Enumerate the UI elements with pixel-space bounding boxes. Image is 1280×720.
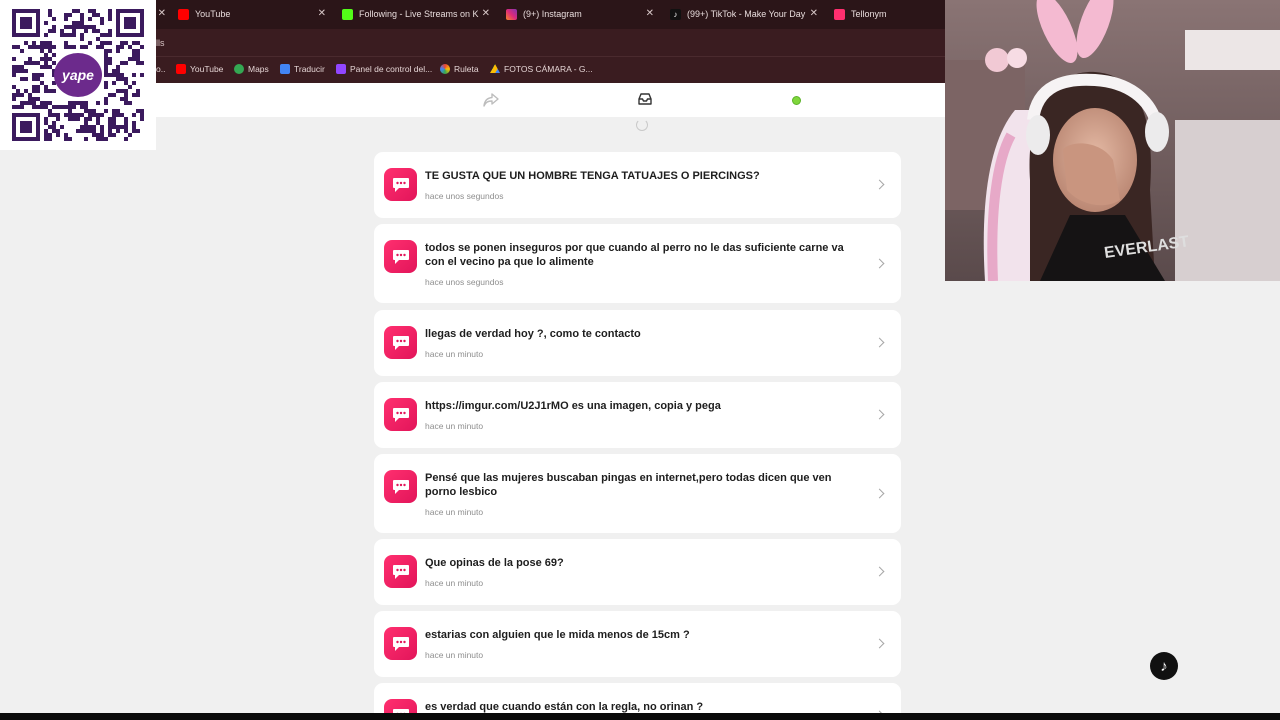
bookmark-twitch-dashboard[interactable]: Panel de control del... [336, 64, 432, 74]
message-bubble-icon [384, 326, 417, 359]
question-card[interactable]: Que opinas de la pose 69? hace un minuto [374, 539, 901, 605]
chevron-right-icon[interactable] [874, 258, 885, 268]
question-card[interactable]: llegas de verdad hoy ?, como te contacto… [374, 310, 901, 376]
bookmark-label: FOTOS CÁMARA - G... [504, 64, 593, 74]
bookmark-label: Maps [248, 64, 269, 74]
kick-favicon-icon [342, 8, 353, 20]
tab-title: (99+) TikTok - Make Your Day [687, 9, 806, 19]
address-bar[interactable]: lls [156, 29, 945, 56]
app-navigation [156, 83, 945, 117]
tab-title: Tellonym [851, 9, 887, 19]
close-icon[interactable]: ✕ [318, 8, 326, 19]
taskbar-strip [0, 713, 1280, 720]
youtube-icon [176, 64, 186, 74]
question-text: llegas de verdad hoy ?, como te contacto [425, 328, 641, 340]
bookmark-label: Ruleta [454, 64, 479, 74]
question-timestamp: hace un minuto [425, 421, 484, 431]
question-timestamp: hace un minuto [425, 507, 484, 517]
close-icon[interactable]: ✕ [646, 8, 654, 19]
close-icon[interactable]: ✕ [158, 8, 166, 19]
wheel-icon [440, 64, 450, 74]
bookmark-translate[interactable]: Traducir [280, 64, 325, 74]
bookmark-drive-photos[interactable]: FOTOS CÁMARA - G... [490, 64, 593, 74]
youtube-favicon-icon [178, 8, 189, 20]
question-text: https://imgur.com/U2J1rMO es una imagen,… [425, 400, 721, 412]
bookmark-youtube[interactable]: YouTube [176, 64, 223, 74]
close-icon[interactable]: ✕ [810, 8, 818, 19]
maps-icon [234, 64, 244, 74]
message-bubble-icon [384, 240, 417, 273]
question-card[interactable]: https://imgur.com/U2J1rMO es una imagen,… [374, 382, 901, 448]
question-card[interactable]: TE GUSTA QUE UN HOMBRE TENGA TATUAJES O … [374, 152, 901, 218]
question-text: Pensé que las mujeres buscaban pingas en… [425, 472, 832, 498]
tab-youtube[interactable]: YouTube ✕ [178, 3, 332, 25]
tellonym-favicon-icon [834, 8, 845, 20]
drive-icon [490, 64, 500, 73]
message-bubble-icon [384, 168, 417, 201]
question-timestamp: hace unos segundos [425, 277, 504, 287]
bookmark-ruleta[interactable]: Ruleta [440, 64, 479, 74]
message-bubble-icon [384, 470, 417, 503]
tab-bar: ✕ YouTube ✕ Following - Live Streams on … [156, 0, 945, 29]
close-icon[interactable]: ✕ [482, 8, 490, 19]
tab-title: YouTube [195, 9, 231, 19]
bookmarks-bar: o.. YouTube Maps Traducir Panel de contr… [156, 56, 945, 83]
chevron-right-icon[interactable] [874, 337, 885, 348]
share-icon[interactable] [483, 93, 499, 112]
bookmark-label: YouTube [190, 64, 224, 74]
webcam-feed: EVERLAST [945, 0, 1280, 281]
bookmark-overflow[interactable]: o.. [156, 64, 165, 74]
translate-icon [280, 64, 290, 74]
message-bubble-icon [384, 398, 417, 431]
question-timestamp: hace un minuto [425, 578, 484, 588]
question-card[interactable]: Pensé que las mujeres buscaban pingas en… [374, 454, 901, 533]
message-bubble-icon [384, 627, 417, 660]
question-timestamp: hace unos segundos [425, 191, 504, 201]
message-bubble-icon [384, 555, 417, 588]
tab-instagram[interactable]: (9+) Instagram ✕ [506, 3, 660, 25]
chevron-right-icon[interactable] [874, 179, 885, 190]
question-text: es verdad que cuando están con la regla,… [425, 701, 704, 713]
bookmark-label: Traducir [294, 64, 325, 74]
yape-qr-code: yape [12, 9, 144, 141]
question-timestamp: hace un minuto [425, 349, 484, 359]
twitch-icon [336, 64, 346, 74]
chevron-right-icon[interactable] [874, 488, 885, 498]
inbox-icon[interactable] [637, 92, 653, 111]
loading-spinner-icon [636, 119, 648, 131]
address-text: lls [156, 38, 165, 48]
tab-tellonym[interactable]: Tellonym [834, 3, 945, 25]
question-card[interactable]: todos se ponen inseguros por que cuando … [374, 224, 901, 303]
question-card[interactable]: estarias con alguien que le mida menos d… [374, 611, 901, 677]
svg-text:yape: yape [61, 67, 94, 83]
tiktok-logo-icon: ♪ [1150, 652, 1178, 680]
tiktok-favicon-icon: ♪ [670, 8, 681, 20]
tab-title: Following - Live Streams on Kick [359, 9, 479, 19]
question-text: estarias con alguien que le mida menos d… [425, 629, 690, 641]
question-text: todos se ponen inseguros por que cuando … [425, 242, 844, 268]
qr-code-panel: yape [0, 0, 156, 150]
chevron-right-icon[interactable] [874, 638, 885, 649]
chevron-right-icon[interactable] [874, 409, 885, 420]
bookmark-label: Panel de control del... [350, 64, 433, 74]
tab-tiktok[interactable]: ♪ (99+) TikTok - Make Your Day ✕ [670, 3, 824, 25]
tab-title: (9+) Instagram [523, 9, 582, 19]
tab-overflow[interactable]: ✕ [154, 3, 166, 25]
bookmark-maps[interactable]: Maps [234, 64, 269, 74]
online-status-icon[interactable] [792, 96, 801, 105]
question-timestamp: hace un minuto [425, 650, 484, 660]
chevron-right-icon[interactable] [874, 566, 885, 577]
question-text: TE GUSTA QUE UN HOMBRE TENGA TATUAJES O … [425, 170, 760, 182]
question-text: Que opinas de la pose 69? [425, 557, 564, 569]
instagram-favicon-icon [506, 8, 517, 20]
tab-kick[interactable]: Following - Live Streams on Kick ✕ [342, 3, 496, 25]
